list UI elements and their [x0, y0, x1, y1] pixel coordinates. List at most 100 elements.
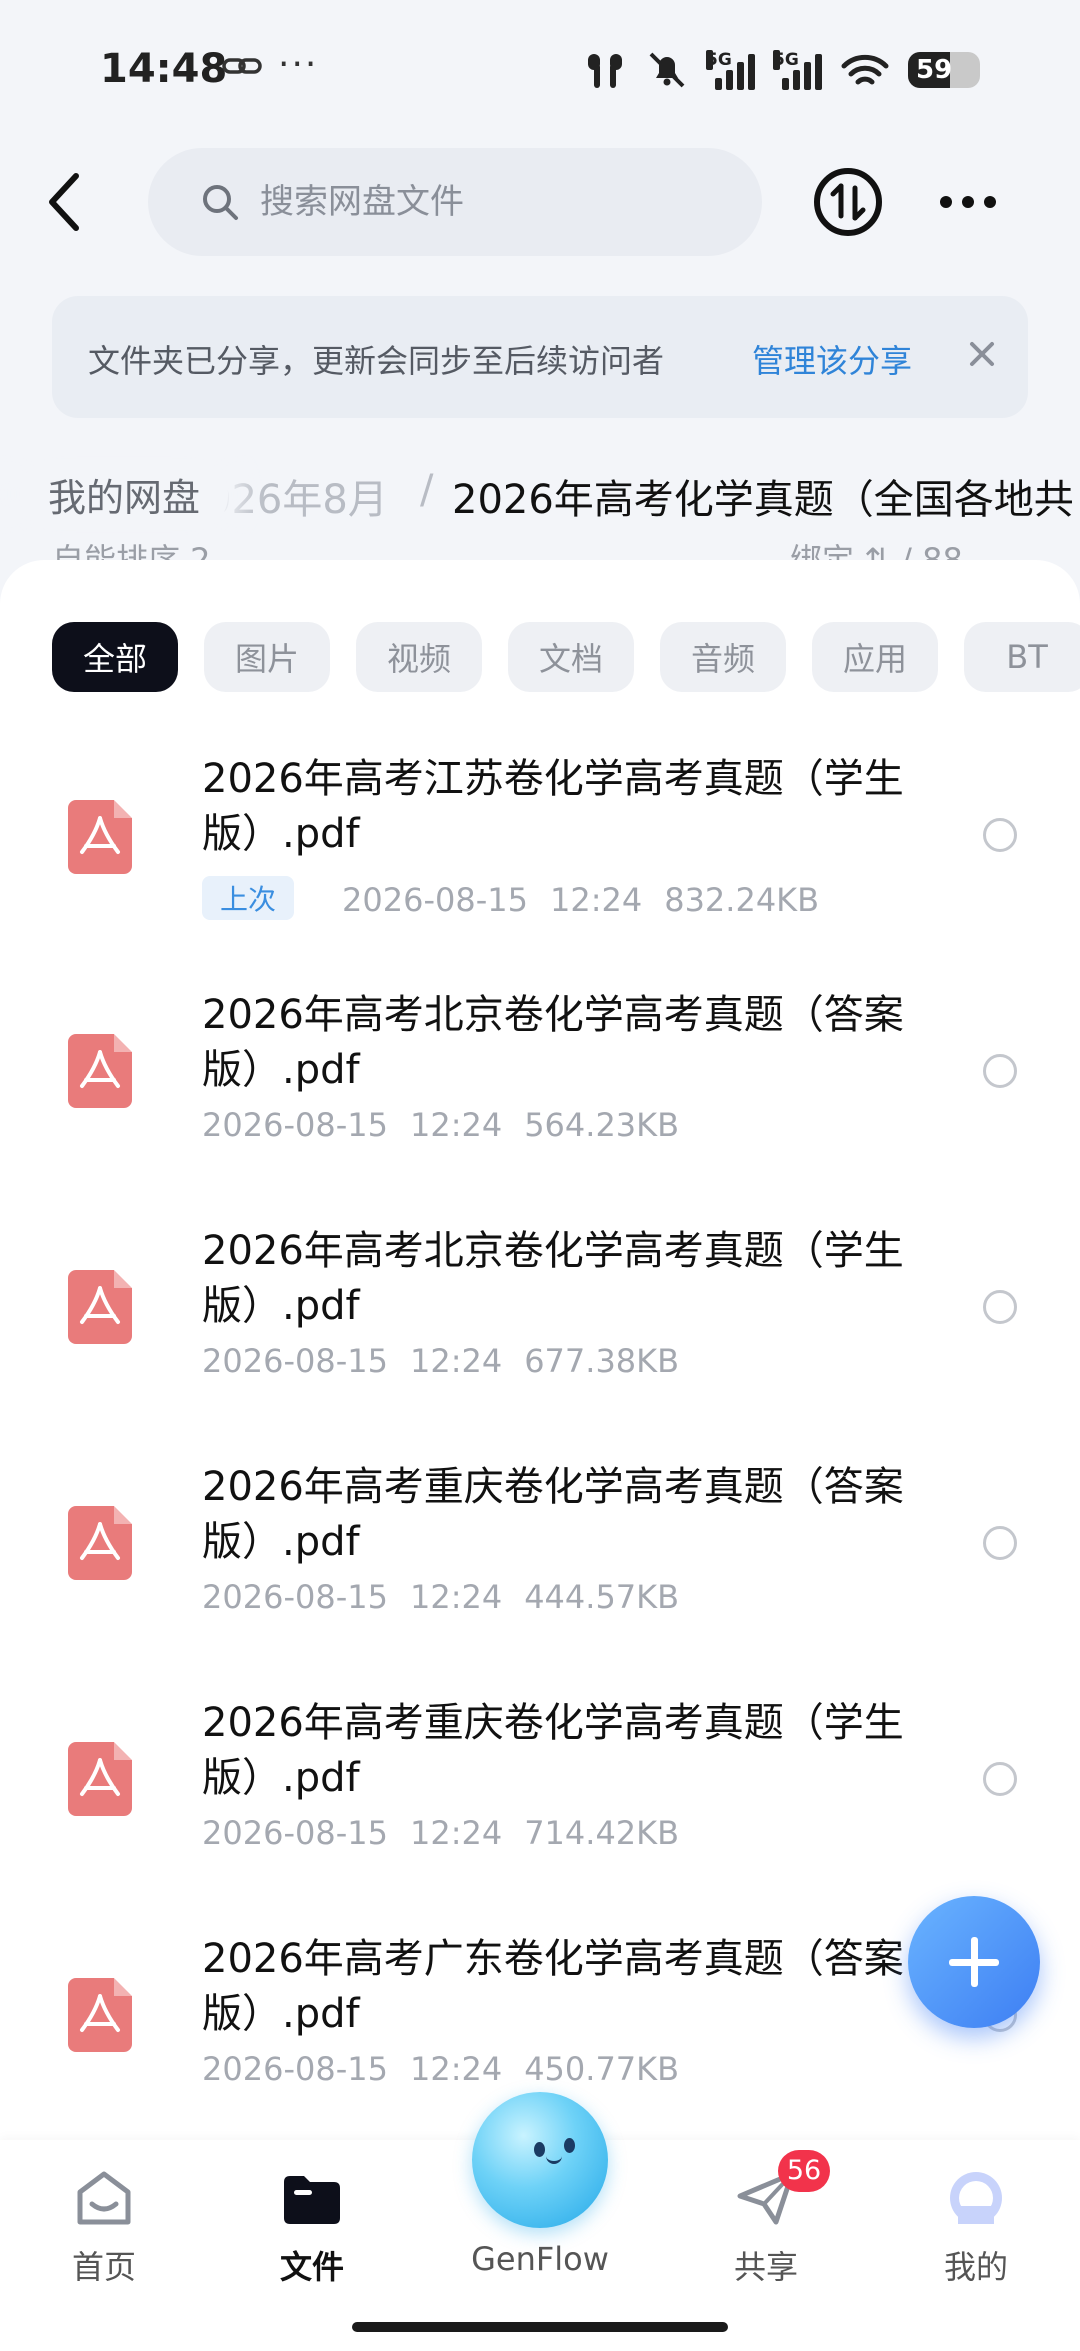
file-meta: 上次 2026-08-15 12:24 832.24KB — [202, 876, 819, 920]
home-icon — [77, 2171, 131, 2225]
breadcrumb-current-folder: 2026年高考化学真题（全国各地共 — [452, 477, 1074, 523]
file-size: 677.38KB — [524, 1342, 680, 1380]
file-meta: 2026-08-15 12:24 444.57KB — [202, 1578, 679, 1616]
filter-chip-audio[interactable]: 音频 — [660, 622, 786, 692]
pdf-file-icon — [68, 1034, 132, 1108]
pdf-file-icon — [68, 1742, 132, 1816]
folder-icon — [284, 2176, 340, 2224]
network-type-2: 5G — [773, 50, 799, 70]
file-list-item[interactable]: 2026年高考北京卷化学高考真题（答案版）.pdf 2026-08-15 12:2… — [0, 988, 1080, 1224]
nav-me[interactable]: 我的 — [896, 2140, 1056, 2286]
more-dot-icon — [940, 196, 952, 208]
status-bar: 14:48 ··· 5G 5G 59 — [0, 0, 1080, 140]
nav-share-label: 共享 — [733, 2248, 798, 2286]
file-time: 12:24 — [549, 881, 643, 919]
file-name: 2026年高考重庆卷化学高考真题（答案版）.pdf — [202, 1464, 904, 1565]
filter-chip-all[interactable]: 全部 — [52, 622, 178, 692]
mascot-mouth — [546, 2156, 562, 2164]
status-indicators: 5G 5G 59 — [582, 48, 980, 92]
select-radio[interactable] — [983, 818, 1017, 852]
file-time: 12:24 — [409, 1578, 503, 1616]
share-notice-text: 文件夹已分享，更新会同步至后续访问者 — [88, 342, 665, 380]
more-options-button[interactable] — [940, 184, 1000, 220]
breadcrumb-item-month[interactable]: 026年8月 — [206, 467, 388, 525]
file-size: 450.77KB — [524, 2050, 680, 2088]
file-name: 2026年高考江苏卷化学高考真题（学生版）.pdf — [202, 756, 904, 857]
avatar-icon — [950, 2172, 1002, 2224]
status-time: 14:48 — [100, 46, 228, 92]
manage-share-link[interactable]: 管理该分享 — [752, 336, 912, 382]
share-notice-banner: 文件夹已分享，更新会同步至后续访问者 管理该分享 — [52, 296, 1028, 418]
chevron-left-icon — [49, 173, 79, 231]
transfer-list-button[interactable] — [814, 168, 882, 236]
file-name: 2026年高考广东卷化学高考真题（答案版）.pdf — [202, 1936, 904, 2037]
file-name: 2026年高考北京卷化学高考真题（学生版）.pdf — [202, 1228, 904, 1329]
filter-chip-apps[interactable]: 应用 — [812, 622, 938, 692]
file-time: 12:24 — [409, 1106, 503, 1144]
mascot-eye — [564, 2138, 575, 2153]
mute-bell-icon — [646, 50, 688, 90]
filter-chip-images[interactable]: 图片 — [204, 622, 330, 692]
file-name: 2026年高考北京卷化学高考真题（答案版）.pdf — [202, 992, 904, 1093]
pdf-file-icon — [68, 1270, 132, 1344]
file-meta: 2026-08-15 12:24 564.23KB — [202, 1106, 679, 1144]
search-bar[interactable] — [148, 148, 762, 256]
breadcrumb-root-my-drive[interactable]: 我的网盘 — [20, 459, 229, 530]
nav-genflow-label[interactable]: GenFlow — [440, 2240, 640, 2278]
signal-icon-2: 5G — [773, 50, 822, 90]
file-size: 714.42KB — [524, 1814, 680, 1852]
file-list-item[interactable]: 2026年高考重庆卷化学高考真题（学生版）.pdf 2026-08-15 12:2… — [0, 1696, 1080, 1932]
add-button[interactable] — [908, 1896, 1040, 2028]
breadcrumb: 026年8月 / 2026年高考化学真题（全国各地共 我的网盘 — [0, 455, 1080, 535]
file-list-item[interactable]: 2026年高考北京卷化学高考真题（学生版）.pdf 2026-08-15 12:2… — [0, 1224, 1080, 1460]
file-date: 2026-08-15 — [342, 881, 528, 919]
nav-home-label: 首页 — [71, 2248, 136, 2286]
nav-files[interactable]: 文件 — [232, 2140, 392, 2286]
genflow-assistant-button[interactable] — [472, 2092, 608, 2228]
share-count-badge: 56 — [778, 2150, 830, 2192]
file-date: 2026-08-15 — [202, 1814, 388, 1852]
select-radio[interactable] — [983, 1526, 1017, 1560]
select-radio[interactable] — [983, 1290, 1017, 1324]
search-icon — [203, 185, 238, 220]
transfer-arrows-icon — [830, 183, 866, 221]
battery-level: 59 — [916, 55, 953, 85]
file-time: 12:24 — [409, 1814, 503, 1852]
wifi-icon — [840, 50, 890, 90]
file-time: 12:24 — [409, 2050, 503, 2088]
nav-files-label: 文件 — [279, 2248, 344, 2286]
select-radio[interactable] — [983, 1054, 1017, 1088]
file-date: 2026-08-15 — [202, 1342, 388, 1380]
filter-chip-documents[interactable]: 文档 — [508, 622, 634, 692]
file-size: 564.23KB — [524, 1106, 680, 1144]
filter-chips: 全部 图片 视频 文档 音频 应用 BT — [52, 622, 1080, 692]
file-time: 12:24 — [409, 1342, 503, 1380]
file-list-item[interactable]: 2026年高考江苏卷化学高考真题（学生版）.pdf 上次 2026-08-15 12… — [0, 752, 1080, 988]
pdf-file-icon — [68, 1506, 132, 1580]
select-radio[interactable] — [983, 1762, 1017, 1796]
home-indicator[interactable] — [352, 2322, 728, 2332]
back-button[interactable] — [40, 168, 92, 236]
nav-share[interactable]: 56 共享 — [686, 2140, 846, 2286]
nav-home[interactable]: 首页 — [24, 2140, 184, 2286]
battery-icon: 59 — [908, 52, 980, 88]
search-input[interactable] — [260, 182, 720, 222]
signal-icon-1: 5G — [706, 50, 755, 90]
breadcrumb-separator: / — [420, 467, 434, 513]
close-banner-button[interactable] — [960, 332, 1004, 376]
link-icon — [222, 50, 262, 90]
file-date: 2026-08-15 — [202, 1106, 388, 1144]
filter-chip-bt[interactable]: BT — [964, 622, 1080, 692]
file-list-item[interactable]: 2026年高考重庆卷化学高考真题（答案版）.pdf 2026-08-15 12:2… — [0, 1460, 1080, 1696]
file-size: 444.57KB — [524, 1578, 680, 1616]
earbuds-icon — [582, 50, 628, 90]
file-size: 832.24KB — [664, 881, 820, 919]
pdf-file-icon — [68, 800, 132, 874]
file-meta: 2026-08-15 12:24 714.42KB — [202, 1814, 679, 1852]
file-meta: 2026-08-15 12:24 450.77KB — [202, 2050, 679, 2088]
file-date: 2026-08-15 — [202, 2050, 388, 2088]
mascot-eye — [534, 2142, 545, 2157]
pdf-file-icon — [68, 1978, 132, 2052]
filter-chip-videos[interactable]: 视频 — [356, 622, 482, 692]
file-date: 2026-08-15 — [202, 1578, 388, 1616]
